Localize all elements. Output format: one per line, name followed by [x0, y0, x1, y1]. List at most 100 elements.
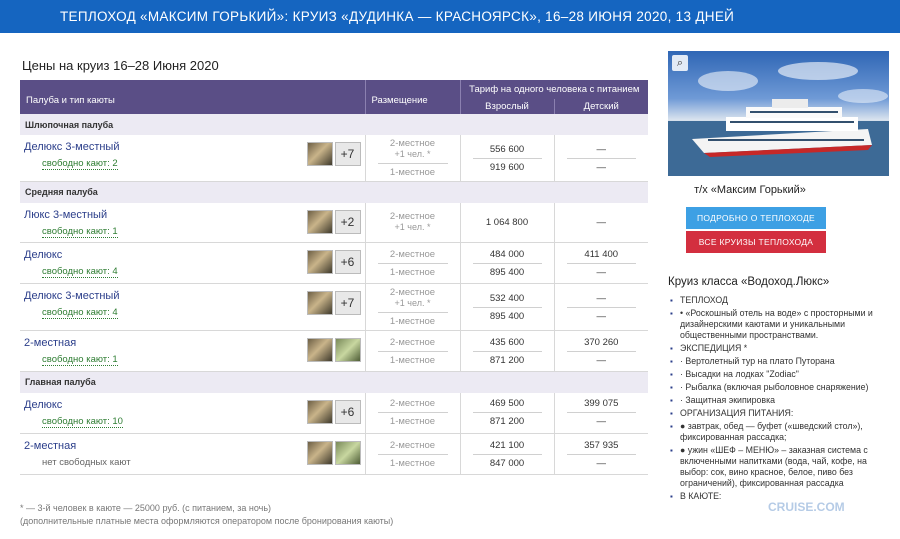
more-photos-button[interactable]: +6: [334, 399, 361, 424]
placement-list: 2-местное +1 чел. * 1-местное: [366, 284, 460, 330]
cabin-thumbnails: +7: [306, 142, 361, 166]
placement-option: 2-местное +1 чел. *: [378, 135, 448, 163]
cabin-photo[interactable]: [306, 209, 333, 234]
child-price[interactable]: —: [567, 141, 637, 158]
child-price-cell: 370 260—: [553, 330, 648, 372]
free-cabins[interactable]: свободно кают: 4: [42, 266, 118, 278]
placement-type: 2-местное: [389, 398, 436, 410]
more-photos-button[interactable]: +7: [334, 142, 361, 166]
placement-list: 2-местное 1-местное: [366, 395, 460, 430]
cabin-photo[interactable]: [306, 142, 333, 166]
cruise-title: ТЕПЛОХОД «МАКСИМ ГОРЬКИЙ»: КРУИЗ «ДУДИНК…: [60, 9, 735, 24]
placement-type: 2-местное: [389, 336, 436, 348]
adult-price-cell: 435 600 871 200: [459, 330, 554, 372]
placement-option: 2-местное: [378, 334, 448, 351]
adult-price[interactable]: 895 400: [472, 262, 542, 281]
more-photos-button[interactable]: +6: [334, 250, 361, 274]
child-price-cell: —: [553, 202, 648, 243]
cabin-thumbnails: +2: [306, 209, 361, 234]
price-table: Палуба и тип каюты Размещение Тариф на о…: [20, 80, 648, 475]
cabin-cell: 2-местная нет свободных кают: [20, 433, 365, 475]
feature-item: ● завтрак, обед — буфет («шведский стол»…: [668, 421, 890, 443]
adult-price[interactable]: 469 500: [473, 395, 542, 412]
adult-price[interactable]: 871 200: [472, 412, 542, 430]
cabin-type-link[interactable]: 2-местная: [24, 440, 76, 452]
cabin-type-link[interactable]: Люкс 3-местный: [24, 209, 107, 221]
placement-option: 1-местное: [377, 412, 448, 430]
free-cabins[interactable]: свободно кают: 1: [42, 354, 118, 366]
cabin-photo[interactable]: [306, 338, 333, 362]
adult-price[interactable]: 847 000: [472, 453, 542, 472]
child-price[interactable]: —: [566, 412, 636, 430]
cabin-cell: Делюкс 3-местный свободно кают: 4 +7: [20, 283, 365, 331]
cabin-cell: 2-местная свободно кают: 1: [20, 330, 365, 372]
adult-price-cell: 469 500 871 200: [459, 392, 554, 434]
free-cabins[interactable]: свободно кают: 4: [42, 307, 118, 319]
price-table-body: Шлюпочная палуба Делюкс 3-местный свободно…: [20, 114, 648, 475]
free-cabins[interactable]: свободно кают: 2: [42, 158, 118, 170]
placement-list: 2-местное 1-местное: [366, 334, 460, 369]
cabin-photo[interactable]: [334, 338, 361, 362]
deck-name: Шлюпочная палуба: [20, 114, 648, 135]
table-row: 2-местная свободно кают: 1 2-местное 1-мест…: [20, 330, 648, 372]
child-price[interactable]: —: [566, 306, 636, 325]
placement-extra: +1 чел. *: [394, 298, 431, 308]
child-price[interactable]: 370 260: [567, 334, 637, 351]
cabin-photo[interactable]: [306, 441, 333, 465]
table-row: 2-местная нет свободных кают 2-местное 1-ме…: [20, 433, 648, 475]
child-price[interactable]: 357 935: [567, 437, 637, 454]
placement-list: 2-местное 1-местное: [366, 437, 460, 472]
table-row: Делюкс свободно кают: 10 +6 2-местное 1-мест…: [20, 392, 648, 434]
adult-price[interactable]: 895 400: [472, 306, 542, 325]
adult-price[interactable]: 532 400: [473, 290, 542, 307]
ship-photo[interactable]: ⌕: [668, 51, 889, 176]
child-price[interactable]: —: [566, 350, 636, 369]
adult-price[interactable]: 484 000: [473, 246, 542, 263]
child-price[interactable]: 411 400: [567, 246, 637, 263]
child-price[interactable]: —: [567, 214, 637, 231]
adult-price[interactable]: 919 600: [472, 157, 542, 176]
adult-price-list: 435 600 871 200: [461, 334, 554, 369]
more-photos-button[interactable]: +7: [334, 291, 361, 315]
feature-item: • «Роскошный отель на воде» с просторным…: [668, 308, 890, 341]
child-price-cell: 399 075—: [553, 392, 648, 434]
free-cabins[interactable]: свободно кают: 1: [42, 226, 118, 238]
header-deck-cabin: Палуба и тип каюты: [20, 80, 366, 114]
placement-option: 2-местное +1 чел. *: [378, 208, 448, 236]
cabin-type-link[interactable]: Делюкс: [24, 399, 62, 411]
child-price[interactable]: —: [567, 290, 637, 307]
adult-price[interactable]: 871 200: [472, 350, 542, 369]
cabin-type-link[interactable]: Делюкс 3-местный: [24, 290, 120, 302]
adult-price[interactable]: 421 100: [473, 437, 542, 454]
child-price-cell: — —: [553, 283, 648, 331]
feature-item: ТЕПЛОХОД: [668, 295, 890, 306]
cabin-type-link[interactable]: Делюкс: [24, 249, 62, 261]
child-price[interactable]: —: [566, 262, 636, 281]
ship-name: т/х «Максим Горький»: [694, 184, 806, 196]
cabin-type-link[interactable]: Делюкс 3-местный: [24, 141, 120, 153]
placement-option: 1-местное: [377, 350, 448, 369]
free-cabins[interactable]: свободно кают: 10: [42, 416, 123, 428]
placement-option: 2-местное: [378, 395, 448, 412]
child-price[interactable]: 399 075: [567, 395, 637, 412]
cabin-type-link[interactable]: 2-местная: [24, 337, 76, 349]
all-ship-cruises-button[interactable]: ВСЕ КРУИЗЫ ТЕПЛОХОДА: [686, 231, 826, 253]
cabin-photo[interactable]: [306, 399, 333, 424]
placement-type: 1-местное: [389, 266, 436, 278]
footnote: * — 3-й человек в каюте — 25000 руб. (с …: [20, 502, 393, 528]
adult-price[interactable]: 1 064 800: [473, 214, 542, 231]
more-photos-button[interactable]: +2: [334, 209, 361, 234]
ship-details-button[interactable]: ПОДРОБНО О ТЕПЛОХОДЕ: [686, 207, 826, 229]
cabin-photo[interactable]: [306, 291, 333, 315]
cabin-photo[interactable]: [334, 441, 361, 465]
child-price[interactable]: —: [566, 453, 636, 472]
deck-row: Шлюпочная палуба: [20, 114, 648, 135]
adult-price[interactable]: 435 600: [473, 334, 542, 351]
child-price[interactable]: —: [566, 157, 636, 176]
child-price-cell: 411 400—: [553, 242, 648, 284]
cabin-cell: Делюкс свободно кают: 4 +6: [20, 242, 365, 284]
adult-price[interactable]: 556 600: [473, 141, 542, 158]
cabin-photo[interactable]: [306, 250, 333, 274]
adult-price-list: 421 100 847 000: [461, 437, 554, 472]
zoom-icon[interactable]: ⌕: [672, 55, 688, 71]
